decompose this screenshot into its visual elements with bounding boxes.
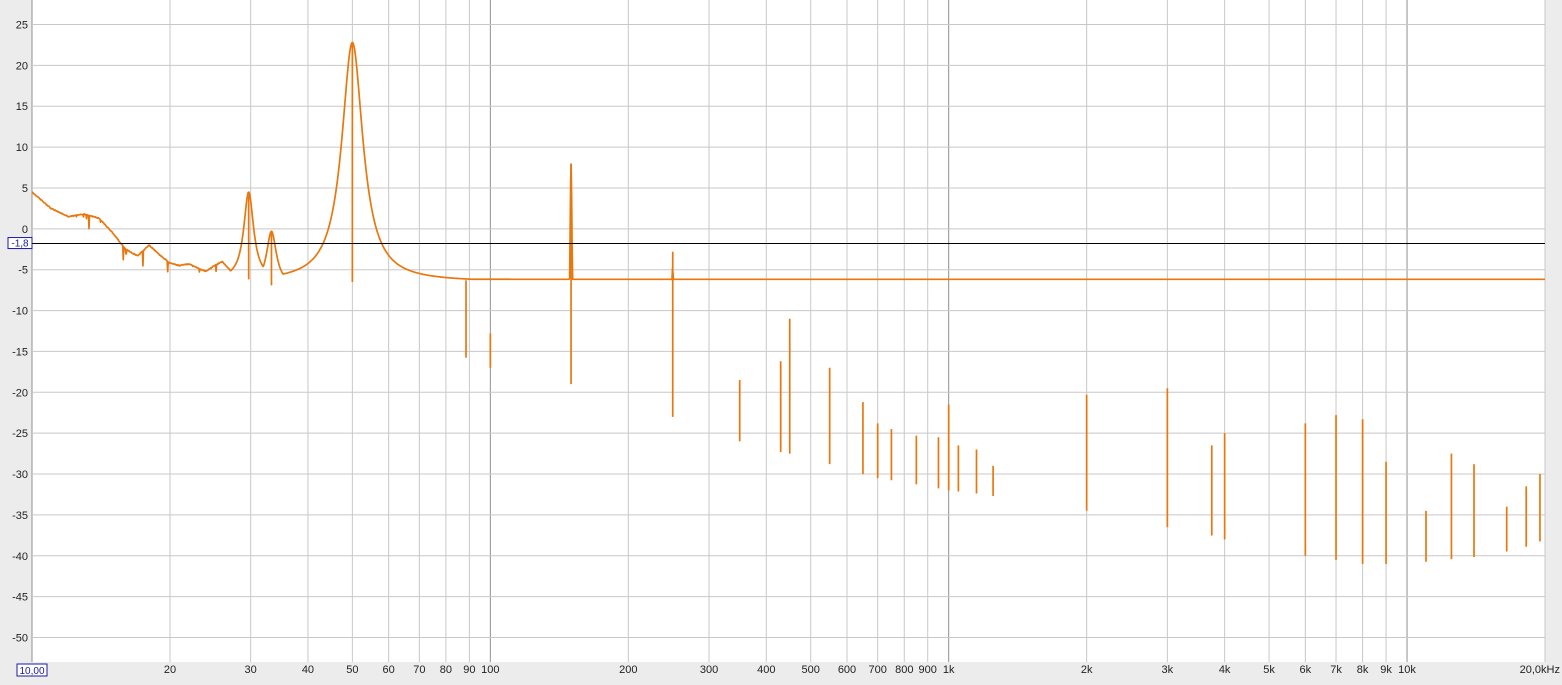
y-tick-label: -30 — [12, 469, 28, 481]
y-tick-label: -15 — [12, 346, 28, 358]
y-tick-label: -50 — [12, 632, 28, 644]
y-tick-label: 0 — [22, 224, 28, 236]
y-tick-label: -40 — [12, 551, 28, 563]
y-tick-label: 20 — [16, 60, 28, 72]
y-tick-label: -25 — [12, 428, 28, 440]
x-tick-label: 50 — [346, 664, 358, 676]
x-tick-label: 300 — [700, 664, 718, 676]
x-tick-label: 200 — [619, 664, 637, 676]
x-tick-label: 70 — [413, 664, 425, 676]
y-tick-label: 10 — [16, 142, 28, 154]
y-tick-label: -35 — [12, 510, 28, 522]
y-tick-label: -10 — [12, 306, 28, 318]
reference-level-label: -1,8 — [11, 239, 29, 250]
x-tick-label: 40 — [302, 664, 314, 676]
x-tick-label: 30 — [245, 664, 257, 676]
x-tick-label: 90 — [463, 664, 475, 676]
x-tick-label: 1k — [943, 664, 955, 676]
x-tick-label: 4k — [1219, 664, 1231, 676]
x-tick-label: 3k — [1162, 664, 1174, 676]
y-tick-label: -45 — [12, 592, 28, 604]
x-tick-label: 100 — [481, 664, 499, 676]
x-tick-label: 900 — [919, 664, 937, 676]
x-tick-label: 60 — [383, 664, 395, 676]
x-tick-label: 700 — [869, 664, 887, 676]
x-tick-label: 6k — [1300, 664, 1312, 676]
y-tick-label: 25 — [16, 20, 28, 32]
x-tick-label: 9k — [1380, 664, 1392, 676]
x-tick-label: 5k — [1263, 664, 1275, 676]
y-tick-label: -5 — [18, 265, 28, 277]
x-tick-label: 10k — [1398, 664, 1416, 676]
x-tick-label: 600 — [838, 664, 856, 676]
spectrum-analyzer-plot[interactable]: -1,8 25 20 15 10 5 0 -5 -10 -15 -20 -25 -30 -35 -40 -4… — [0, 0, 1562, 680]
y-tick-label: -20 — [12, 387, 28, 399]
spectrum-chart[interactable]: -1,8 2520151050-5-10-15-20-25-30-35-40-4… — [0, 0, 1562, 680]
x-tick-label: 500 — [802, 664, 820, 676]
x-tick-label: 800 — [895, 664, 913, 676]
x-tick-label: 400 — [757, 664, 775, 676]
x-tick-label: 2k — [1081, 664, 1093, 676]
x-tick-label: 80 — [440, 664, 452, 676]
x-tick-label: 20,0kHz — [1520, 664, 1560, 676]
plot-area[interactable] — [32, 0, 1545, 662]
y-tick-label: 5 — [22, 183, 28, 195]
x-tick-label: 7k — [1330, 664, 1342, 676]
x-tick-label: 10,00 — [19, 666, 44, 677]
x-tick-label: 20 — [164, 664, 176, 676]
x-tick-label: 8k — [1357, 664, 1369, 676]
y-tick-label: 15 — [16, 101, 28, 113]
